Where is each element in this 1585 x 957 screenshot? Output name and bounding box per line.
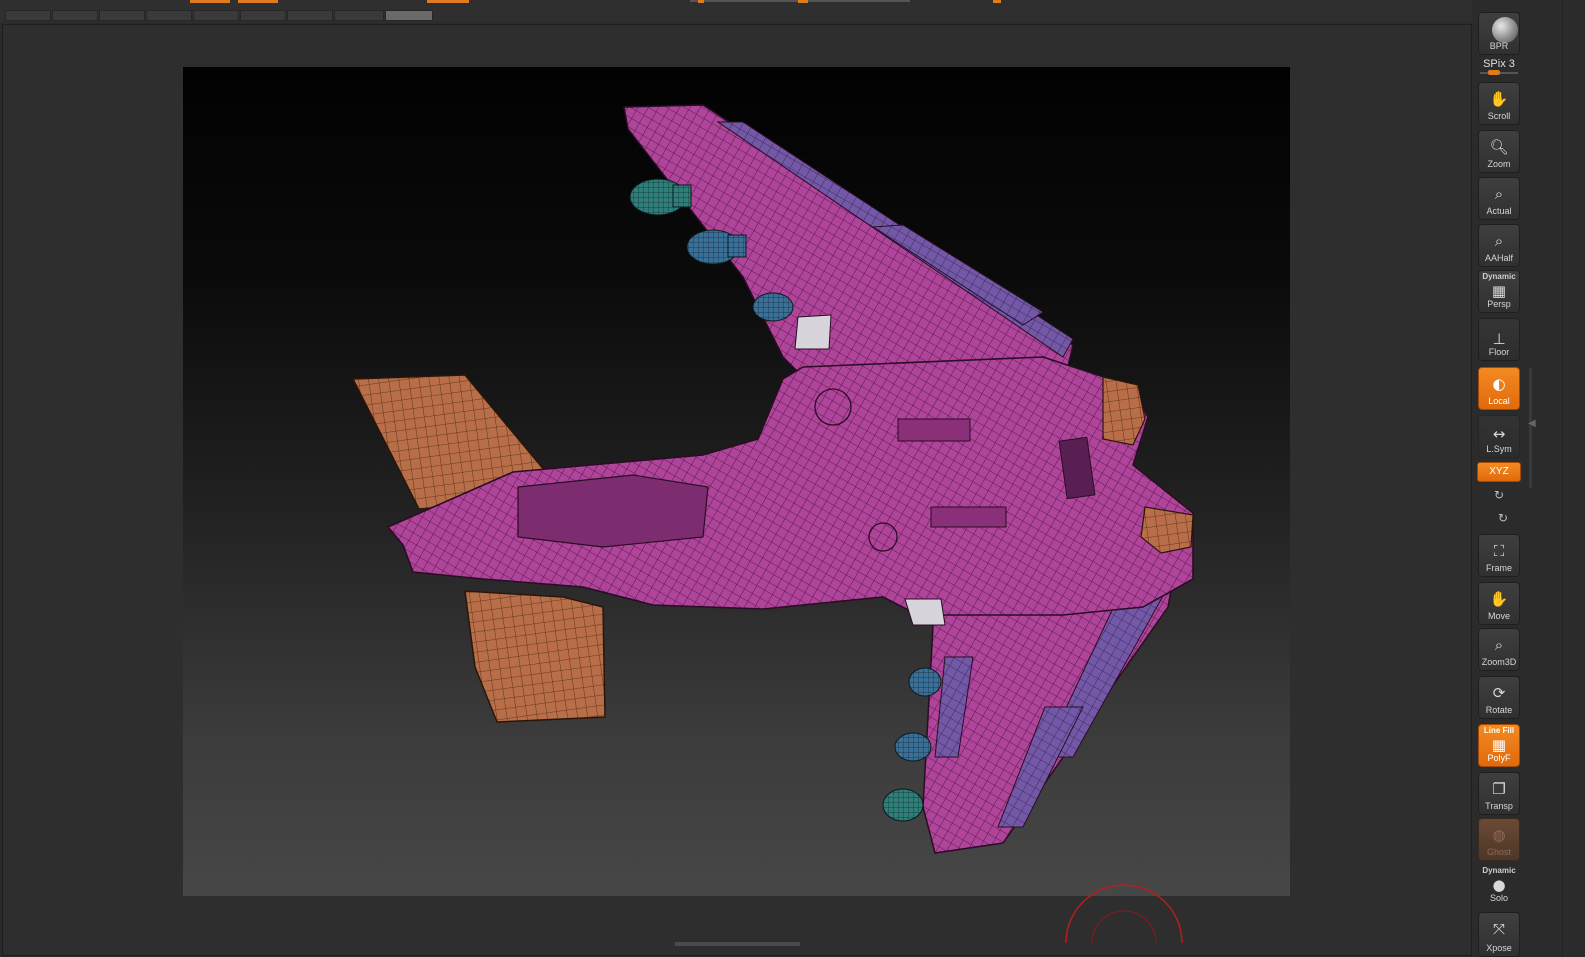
- light-panel: [904, 598, 946, 626]
- solo-button[interactable]: Dynamic ● Solo: [1478, 864, 1520, 907]
- local-button[interactable]: ◐ Local: [1478, 367, 1520, 410]
- hand-icon: ✋: [1489, 90, 1509, 108]
- light-panel: [794, 314, 832, 350]
- toolbar-active-indicator: [190, 0, 230, 3]
- hand-icon: ✋: [1489, 590, 1509, 608]
- bpr-sphere-icon: [1492, 17, 1518, 43]
- magnifier-icon: ⌕: [1494, 185, 1504, 203]
- right-shelf: BPR SPix 3 ✋ Scroll 🔍︎ Zoom ⌕ Actual ⌕ A…: [1472, 0, 1562, 957]
- line-fill-label: Line Fill: [1483, 726, 1515, 735]
- frame-icon: ⛶: [1493, 542, 1505, 560]
- rotate-y-icon[interactable]: ↻: [1472, 488, 1526, 502]
- top-toolbar: [0, 0, 1585, 22]
- thruster-pod: [908, 667, 942, 697]
- toolbar-slider-knob[interactable]: [698, 0, 704, 3]
- actual-button[interactable]: ⌕ Actual: [1478, 177, 1520, 220]
- bpr-label: BPR: [1489, 41, 1509, 51]
- toolbar-slider-segment[interactable]: [287, 10, 333, 21]
- transparency-icon: ❐: [1492, 780, 1506, 798]
- transp-button[interactable]: ❐ Transp: [1478, 772, 1520, 815]
- move-button[interactable]: ✋ Move: [1478, 582, 1520, 625]
- xpose-button[interactable]: ⤧ Xpose: [1478, 912, 1520, 957]
- document-canvas[interactable]: [183, 67, 1290, 896]
- body-vent: [930, 506, 1007, 528]
- solo-spheres-icon: ●: [1492, 876, 1506, 894]
- lsym-button[interactable]: ↔ L.Sym: [1478, 415, 1520, 458]
- zoom3d-button[interactable]: ⌕ Zoom3D: [1478, 628, 1520, 671]
- right-tray-edge[interactable]: [1562, 0, 1585, 957]
- toolbar-active-indicator: [238, 0, 278, 3]
- rotate-icon: ⟳: [1492, 684, 1506, 702]
- floor-button[interactable]: ⊥ Floor: [1478, 318, 1520, 361]
- frame-button[interactable]: ⛶ Frame: [1478, 534, 1520, 577]
- magnifier-icon: 🔍︎: [1489, 138, 1509, 156]
- toolbar-slider-segment[interactable]: [146, 10, 192, 21]
- dynamic-label: Dynamic: [1482, 272, 1516, 281]
- toolbar-slider-segment[interactable]: [240, 10, 286, 21]
- floor-icon: ⊥: [1492, 330, 1506, 348]
- dynamic-label: Dynamic: [1482, 866, 1516, 875]
- toolbar-slider-segment[interactable]: [99, 10, 145, 21]
- thruster-pod: [752, 292, 794, 322]
- magnifier-icon: ⌕: [1494, 232, 1504, 250]
- lower-tail-fin: [464, 590, 606, 723]
- rotate-button[interactable]: ⟳ Rotate: [1478, 676, 1520, 719]
- zoom-button[interactable]: 🔍︎ Zoom: [1478, 130, 1520, 173]
- local-pivot-icon: ◐: [1492, 375, 1506, 393]
- polyframe-grid-icon: ▦: [1491, 736, 1507, 754]
- bottom-tray-handle[interactable]: [675, 942, 800, 946]
- rotate-z-icon[interactable]: ↻: [1476, 511, 1530, 525]
- ghost-icon: ◍: [1492, 826, 1506, 844]
- collapse-arrow-icon[interactable]: ◀: [1528, 418, 1536, 429]
- symmetry-arrows-icon: ↔: [1492, 425, 1506, 443]
- toolbar-slider-active[interactable]: [385, 10, 433, 21]
- toolbar-slider-segment[interactable]: [193, 10, 239, 21]
- polyf-button[interactable]: Line Fill ▦ PolyF: [1478, 724, 1520, 767]
- toolbar-slider-knob[interactable]: [993, 0, 1001, 3]
- toolbar-slider-segment[interactable]: [52, 10, 98, 21]
- toolbar-active-indicator: [427, 0, 469, 3]
- spix-slider-knob[interactable]: [1488, 70, 1500, 75]
- toolbar-slider-segment[interactable]: [5, 10, 51, 21]
- cockpit-recess: [517, 474, 709, 548]
- grid-perspective-icon: ▦: [1491, 282, 1507, 300]
- thruster-pod: [882, 788, 924, 822]
- persp-button[interactable]: Dynamic ▦ Persp: [1478, 270, 1520, 313]
- body-vent: [897, 418, 971, 442]
- thruster-pod: [894, 732, 932, 762]
- toolbar-slider-knob[interactable]: [798, 0, 808, 3]
- xyz-rotate-button[interactable]: XYZ: [1477, 462, 1521, 482]
- spix-label: SPix 3: [1483, 58, 1515, 70]
- aahalf-button[interactable]: ⌕ AAHalf: [1478, 224, 1520, 267]
- navigation-gizmo[interactable]: [1064, 855, 1184, 945]
- spaceship-model[interactable]: [183, 67, 1290, 896]
- ghost-button[interactable]: ◍ Ghost: [1478, 818, 1520, 861]
- xpose-arrows-icon: ⤧: [1492, 920, 1505, 938]
- magnifier-icon: ⌕: [1494, 636, 1504, 654]
- scroll-button[interactable]: ✋ Scroll: [1478, 82, 1520, 125]
- bpr-button[interactable]: BPR: [1478, 12, 1520, 55]
- toolbar-slider-segment[interactable]: [334, 10, 384, 21]
